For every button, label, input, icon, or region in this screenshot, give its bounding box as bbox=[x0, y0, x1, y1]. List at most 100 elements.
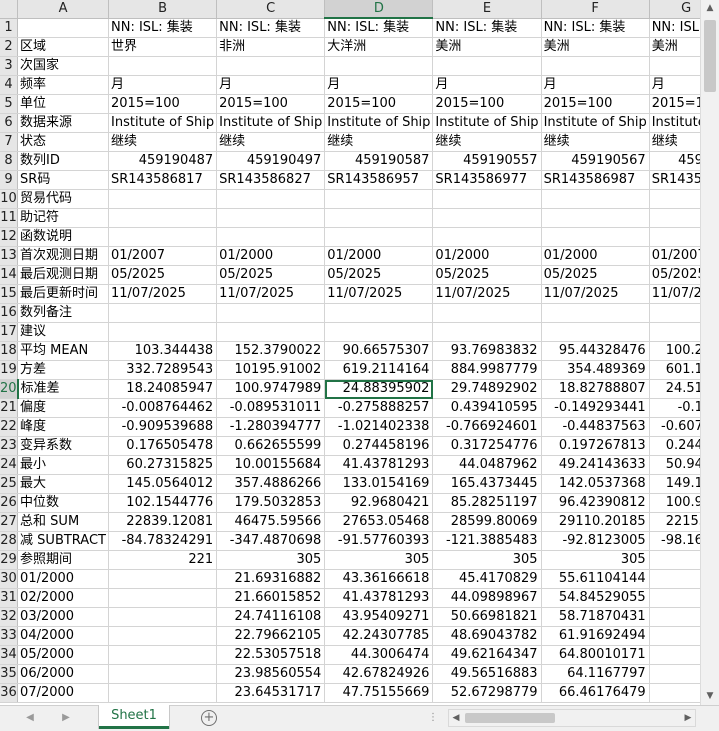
column-header[interactable]: A bbox=[17, 0, 109, 19]
cell[interactable]: 非洲 bbox=[216, 37, 326, 57]
cell[interactable]: -0.909539688 bbox=[108, 417, 218, 437]
cell[interactable] bbox=[108, 208, 218, 228]
cell[interactable]: 减 SUBTRACT bbox=[17, 531, 109, 551]
cell[interactable] bbox=[541, 189, 650, 209]
row-header[interactable]: 3 bbox=[0, 56, 19, 76]
row-header[interactable]: 12 bbox=[0, 227, 19, 247]
row-header[interactable]: 34 bbox=[0, 645, 19, 665]
row-header[interactable]: 27 bbox=[0, 512, 19, 532]
cell[interactable]: 41.43781293 bbox=[324, 455, 434, 475]
cell[interactable] bbox=[216, 303, 326, 323]
row-header[interactable]: 4 bbox=[0, 75, 19, 95]
cell[interactable]: NN: ISL: bbox=[649, 18, 700, 38]
vertical-scroll-thumb[interactable] bbox=[704, 20, 716, 92]
row-header[interactable]: 29 bbox=[0, 550, 19, 570]
cell[interactable] bbox=[108, 664, 218, 684]
cell[interactable]: 90.66575307 bbox=[324, 341, 434, 361]
cell[interactable]: 月 bbox=[324, 75, 434, 95]
vertical-scrollbar[interactable]: ▲ ▼ bbox=[700, 0, 719, 705]
cell[interactable]: 29.74892902 bbox=[432, 379, 542, 399]
cell[interactable]: 03/2000 bbox=[17, 607, 109, 627]
cell[interactable]: 0.197267813 bbox=[541, 436, 650, 456]
cell[interactable]: 0.274458196 bbox=[324, 436, 434, 456]
cell[interactable]: 继续 bbox=[541, 132, 650, 152]
cell[interactable]: NN: ISL: 集装 bbox=[216, 18, 326, 38]
cell[interactable] bbox=[108, 645, 218, 665]
cell[interactable] bbox=[17, 18, 109, 38]
cell[interactable] bbox=[108, 569, 218, 589]
cell[interactable]: SR143586977 bbox=[432, 170, 542, 190]
cell[interactable]: 01/2000 bbox=[324, 246, 434, 266]
cell[interactable]: 47.75155669 bbox=[324, 683, 434, 703]
cell[interactable]: -347.4870698 bbox=[216, 531, 326, 551]
horizontal-scroll-thumb[interactable] bbox=[465, 713, 555, 723]
cell[interactable]: 01/2007 bbox=[108, 246, 218, 266]
row-header[interactable]: 24 bbox=[0, 455, 19, 475]
cell[interactable] bbox=[324, 322, 434, 342]
cell[interactable]: 美洲 bbox=[541, 37, 650, 57]
cell[interactable]: Institute of Ship bbox=[108, 113, 218, 133]
cell[interactable]: 助记符 bbox=[17, 208, 109, 228]
cell[interactable]: 2015=100 bbox=[216, 94, 326, 114]
cell[interactable]: 18.24085947 bbox=[108, 379, 218, 399]
cell[interactable]: 43.36166618 bbox=[324, 569, 434, 589]
tab-split-handle-icon[interactable]: ⋮ bbox=[428, 712, 439, 723]
cell[interactable]: 332.7289543 bbox=[108, 360, 218, 380]
row-header[interactable]: 6 bbox=[0, 113, 19, 133]
cell[interactable]: 2015=100 bbox=[541, 94, 650, 114]
cell[interactable]: 22839.12081 bbox=[108, 512, 218, 532]
cell[interactable]: 11/07/2025 bbox=[432, 284, 542, 304]
cell[interactable]: 11/07/2025 bbox=[108, 284, 218, 304]
cell[interactable]: 24.5193 bbox=[649, 379, 700, 399]
cell[interactable]: 45919 bbox=[649, 151, 700, 171]
cell[interactable]: 305 bbox=[216, 550, 326, 570]
cell[interactable]: 179.5032853 bbox=[216, 493, 326, 513]
row-header[interactable]: 26 bbox=[0, 493, 19, 513]
cell[interactable] bbox=[324, 189, 434, 209]
selected-cell[interactable]: 24.88395902 bbox=[324, 379, 434, 399]
cell[interactable]: 变异系数 bbox=[17, 436, 109, 456]
cell[interactable]: 中位数 bbox=[17, 493, 109, 513]
cell[interactable]: 次国家 bbox=[17, 56, 109, 76]
cell[interactable]: 43.95409271 bbox=[324, 607, 434, 627]
cell[interactable]: 11/07/2025 bbox=[216, 284, 326, 304]
cell[interactable] bbox=[649, 645, 700, 665]
row-header[interactable]: 7 bbox=[0, 132, 19, 152]
cell[interactable]: 100.9747989 bbox=[216, 379, 326, 399]
cell[interactable] bbox=[108, 56, 218, 76]
column-header[interactable]: D bbox=[324, 0, 434, 19]
row-header[interactable]: 13 bbox=[0, 246, 19, 266]
cell[interactable]: -0.149293441 bbox=[541, 398, 650, 418]
cell[interactable]: 11/07/2025 bbox=[324, 284, 434, 304]
cell[interactable]: NN: ISL: 集装 bbox=[324, 18, 434, 38]
cell[interactable]: 11/07/20 bbox=[649, 284, 700, 304]
cell[interactable]: -0.766924601 bbox=[432, 417, 542, 437]
cell[interactable] bbox=[432, 208, 542, 228]
column-header[interactable]: C bbox=[216, 0, 326, 19]
cell[interactable]: -0.60772 bbox=[649, 417, 700, 437]
cell[interactable]: 49.24143633 bbox=[541, 455, 650, 475]
cell[interactable]: 10195.91002 bbox=[216, 360, 326, 380]
cell[interactable] bbox=[324, 227, 434, 247]
cell[interactable]: 149.107 bbox=[649, 474, 700, 494]
cell[interactable]: 美洲 bbox=[649, 37, 700, 57]
cell[interactable]: 85.28251197 bbox=[432, 493, 542, 513]
cell[interactable]: -121.3885483 bbox=[432, 531, 542, 551]
cell[interactable] bbox=[108, 189, 218, 209]
cell[interactable] bbox=[541, 303, 650, 323]
cell[interactable]: 96.42390812 bbox=[541, 493, 650, 513]
cell[interactable]: -0.44837563 bbox=[541, 417, 650, 437]
cell[interactable]: -0.275888257 bbox=[324, 398, 434, 418]
cell[interactable]: 459190587 bbox=[324, 151, 434, 171]
cell-table[interactable]: A B C D E F G 1 NN: ISL: 集装 NN: ISL: 集装 NN:… bbox=[0, 0, 700, 703]
cell[interactable]: 46475.59566 bbox=[216, 512, 326, 532]
cell[interactable]: 60.27315825 bbox=[108, 455, 218, 475]
cell[interactable]: 0.176505478 bbox=[108, 436, 218, 456]
row-header[interactable]: 1 bbox=[0, 18, 19, 38]
row-header[interactable]: 36 bbox=[0, 683, 19, 703]
cell[interactable]: 55.61104144 bbox=[541, 569, 650, 589]
column-header[interactable]: F bbox=[541, 0, 650, 19]
cell[interactable] bbox=[108, 683, 218, 703]
scroll-left-icon[interactable]: ◀ bbox=[449, 710, 463, 726]
column-header[interactable]: B bbox=[108, 0, 218, 19]
